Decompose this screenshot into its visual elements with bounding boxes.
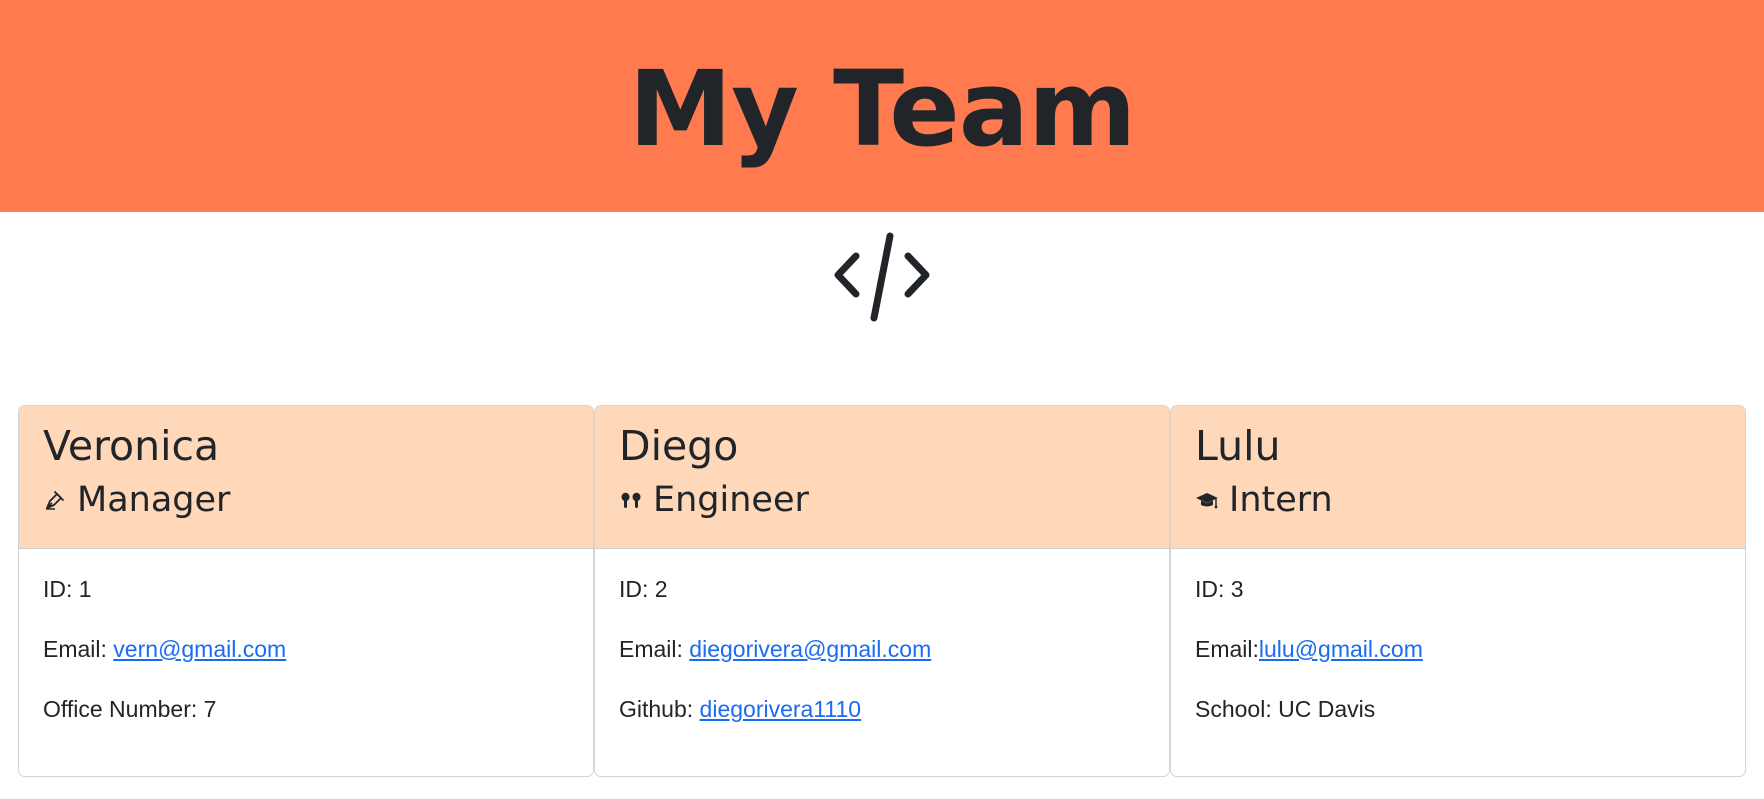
employee-id: ID: 2 [619, 576, 668, 602]
employee-role: Engineer [619, 479, 1145, 521]
email-label: Email: [1195, 636, 1259, 662]
github-row: Github: diegorivera1110 [619, 695, 1145, 723]
school: School: UC Davis [1195, 696, 1376, 722]
email-link[interactable]: lulu@gmail.com [1259, 636, 1423, 662]
role-label: Intern [1229, 480, 1333, 521]
employee-email-row: Email: vern@gmail.com [43, 635, 569, 663]
employee-card-engineer: Diego Engineer ID: 2 Email: diegorivera@… [594, 405, 1170, 777]
employee-email-row: Email:lulu@gmail.com [1195, 635, 1721, 663]
page-header: My Team [0, 0, 1764, 212]
employee-role: Intern [1195, 479, 1721, 521]
page-title: My Team [628, 48, 1137, 170]
logo-container [0, 212, 1764, 330]
card-header: Diego Engineer [595, 406, 1169, 549]
email-label: Email: [43, 636, 114, 662]
employee-card-intern: Lulu Intern ID: 3 Email:lulu@gmail.com S… [1170, 405, 1746, 777]
github-link[interactable]: diegorivera1110 [700, 696, 862, 722]
email-link[interactable]: vern@gmail.com [113, 636, 286, 662]
card-header: Lulu Intern [1171, 406, 1745, 549]
employee-card-manager: Veronica Manager ID: 1 Email: vern@gmail… [18, 405, 594, 777]
card-body: ID: 2 Email: diegorivera@gmail.com Githu… [595, 549, 1169, 723]
team-cards: Veronica Manager ID: 1 Email: vern@gmail… [18, 405, 1746, 777]
card-body: ID: 3 Email:lulu@gmail.com School: UC Da… [1171, 549, 1745, 723]
earbuds-icon [619, 488, 643, 512]
employee-role: Manager [43, 479, 569, 521]
employee-email-row: Email: diegorivera@gmail.com [619, 635, 1145, 663]
code-icon [834, 232, 930, 322]
email-link[interactable]: diegorivera@gmail.com [689, 636, 931, 662]
card-body: ID: 1 Email: vern@gmail.com Office Numbe… [19, 549, 593, 723]
office-number: Office Number: 7 [43, 696, 217, 722]
role-label: Manager [77, 480, 231, 521]
employee-name: Diego [619, 422, 739, 470]
card-header: Veronica Manager [19, 406, 593, 549]
graduation-cap-icon [1195, 488, 1219, 512]
github-label: Github: [619, 696, 700, 722]
role-label: Engineer [653, 480, 809, 521]
employee-id: ID: 1 [43, 576, 92, 602]
email-label: Email: [619, 636, 690, 662]
employee-id: ID: 3 [1195, 576, 1244, 602]
employee-name: Veronica [43, 422, 220, 470]
employee-name: Lulu [1195, 422, 1281, 470]
pen-icon [43, 488, 67, 512]
